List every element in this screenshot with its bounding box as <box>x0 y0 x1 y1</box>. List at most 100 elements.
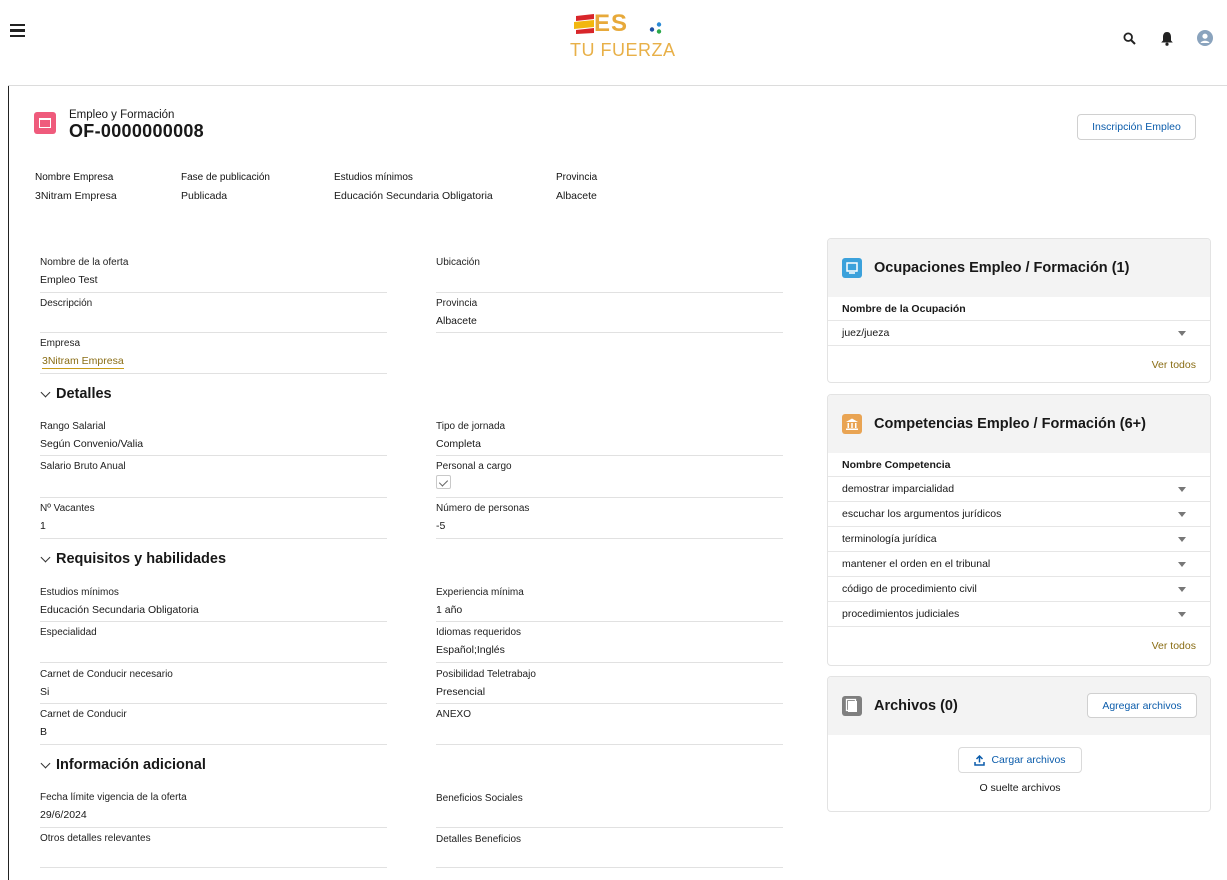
ver-todos-link[interactable]: Ver todos <box>828 627 1210 665</box>
row-menu-icon[interactable] <box>1178 536 1186 542</box>
field-label: Empresa <box>40 338 81 349</box>
ver-todos-link[interactable]: Ver todos <box>828 346 1210 382</box>
field-value: 29/6/2024 <box>40 809 87 821</box>
field-detalles-beneficios: Detalles Beneficios <box>436 832 783 868</box>
highlight-provincia: Provincia Albacete <box>556 172 597 202</box>
item-label[interactable]: terminología jurídica <box>842 533 937 545</box>
section-title: Requisitos y habilidades <box>56 551 227 567</box>
field-provincia: Provincia Albacete <box>436 297 783 333</box>
highlight-estudios-minimos: Estudios mínimos Educación Secundaria Ob… <box>334 172 493 202</box>
card-header: Ocupaciones Empleo / Formación (1) <box>828 239 1210 297</box>
empresa-link[interactable]: 3Nitram Empresa <box>42 355 124 369</box>
user-avatar-icon[interactable] <box>1197 30 1213 46</box>
field-value: -5 <box>436 520 446 532</box>
logo-es: ES <box>594 10 629 37</box>
list-item: procedimientos judiciales <box>828 602 1210 627</box>
header-actions <box>1121 30 1213 46</box>
field-salario-bruto: Salario Bruto Anual <box>40 460 387 498</box>
field-label: Nombre de la oferta <box>40 257 129 268</box>
item-label[interactable]: procedimientos judiciales <box>842 608 959 620</box>
field-value: Según Convenio/Valia <box>40 438 144 450</box>
monitor-icon <box>842 258 862 278</box>
row-menu-icon[interactable] <box>1178 561 1186 567</box>
item-label[interactable]: código de procedimiento civil <box>842 583 977 595</box>
field-descripcion: Descripción <box>40 297 387 333</box>
highlight-nombre-empresa: Nombre Empresa 3Nitram Empresa <box>35 172 117 202</box>
field-fecha-limite: Fecha límite vigencia de la oferta 29/6/… <box>40 791 387 828</box>
chevron-down-icon <box>40 387 51 397</box>
ocupaciones-card: Ocupaciones Empleo / Formación (1) Nombr… <box>827 238 1211 383</box>
competencias-card: Competencias Empleo / Formación (6+) Nom… <box>827 394 1211 666</box>
row-menu-icon[interactable] <box>1178 611 1186 617</box>
top-header: ES TU FUERZA <box>8 8 1227 86</box>
row-menu-icon[interactable] <box>1178 586 1186 592</box>
section-detalles-toggle[interactable]: Detalles <box>40 386 112 402</box>
section-info-adicional-toggle[interactable]: Información adicional <box>40 757 206 773</box>
flag-icon <box>574 14 594 34</box>
drop-zone-text: O suelte archivos <box>979 782 1061 794</box>
field-label: Detalles Beneficios <box>436 834 522 845</box>
app-logo[interactable]: ES TU FUERZA <box>568 10 688 70</box>
column-header[interactable]: Nombre de la Ocupación <box>828 297 1210 321</box>
column-header[interactable]: Nombre Competencia <box>828 453 1210 477</box>
item-label[interactable]: mantener el orden en el tribunal <box>842 558 990 570</box>
highlight-fase-publicacion: Fase de publicación Publicada <box>181 172 270 202</box>
field-value: Empleo Test <box>40 274 98 286</box>
menu-icon[interactable] <box>10 24 25 38</box>
field-label: Estudios mínimos <box>40 587 119 598</box>
field-label: Tipo de jornada <box>436 421 506 432</box>
row-menu-icon[interactable] <box>1178 511 1186 517</box>
field-anexo: ANEXO <box>436 708 783 745</box>
card-title[interactable]: Ocupaciones Empleo / Formación (1) <box>874 260 1129 276</box>
row-menu-icon[interactable] <box>1178 330 1186 336</box>
highlight-label: Fase de publicación <box>181 172 270 183</box>
field-label: Fecha límite vigencia de la oferta <box>40 792 187 803</box>
highlight-value: Educación Secundaria Obligatoria <box>334 190 493 202</box>
section-title: Detalles <box>56 386 112 402</box>
row-menu-icon[interactable] <box>1178 486 1186 492</box>
field-carnet-conducir: Carnet de Conducir B <box>40 708 387 745</box>
field-label: Otros detalles relevantes <box>40 833 151 844</box>
search-icon[interactable] <box>1121 30 1137 46</box>
list-item: mantener el orden en el tribunal <box>828 552 1210 577</box>
record-name: OF-0000000008 <box>69 121 204 141</box>
item-label[interactable]: demostrar imparcialidad <box>842 483 954 495</box>
inscripcion-empleo-button[interactable]: Inscripción Empleo <box>1077 114 1196 140</box>
record-type-icon <box>34 112 56 134</box>
field-ubicacion: Ubicación <box>436 256 783 293</box>
field-label: Experiencia mínima <box>436 587 524 598</box>
item-label[interactable]: escuchar los argumentos jurídicos <box>842 508 1001 520</box>
field-label: Beneficios Sociales <box>436 793 523 804</box>
file-icon <box>842 696 862 716</box>
field-idiomas: Idiomas requeridos Español;Inglés <box>436 626 783 663</box>
field-value: Educación Secundaria Obligatoria <box>40 604 199 616</box>
card-title[interactable]: Archivos (0) <box>874 698 958 714</box>
agregar-archivos-button[interactable]: Agregar archivos <box>1087 693 1197 718</box>
card-header: Archivos (0) Agregar archivos <box>828 677 1210 735</box>
field-especialidad: Especialidad <box>40 626 387 663</box>
field-numero-personas: Número de personas -5 <box>436 502 783 539</box>
logo-tagline: TU FUERZA <box>570 40 676 60</box>
field-value: Albacete <box>436 315 477 327</box>
bell-icon[interactable] <box>1159 30 1175 46</box>
field-value: Presencial <box>436 686 486 698</box>
field-otros-detalles: Otros detalles relevantes <box>40 832 387 868</box>
section-requisitos-toggle[interactable]: Requisitos y habilidades <box>40 551 226 567</box>
highlight-label: Provincia <box>556 172 598 183</box>
field-label: Rango Salarial <box>40 421 106 432</box>
highlight-value: Publicada <box>181 190 228 202</box>
card-title[interactable]: Competencias Empleo / Formación (6+) <box>874 416 1146 432</box>
item-label[interactable]: juez/jueza <box>842 327 889 339</box>
cargar-archivos-button[interactable]: Cargar archivos <box>958 747 1082 773</box>
field-beneficios-sociales: Beneficios Sociales <box>436 791 783 828</box>
field-personal-cargo: Personal a cargo <box>436 460 783 498</box>
field-estudios-minimos: Estudios mínimos Educación Secundaria Ob… <box>40 586 387 622</box>
field-label: Provincia <box>436 298 478 309</box>
highlight-value: Albacete <box>556 190 597 202</box>
field-label: Personal a cargo <box>436 461 512 472</box>
field-value: B <box>40 726 48 738</box>
field-label: Carnet de Conducir necesario <box>40 669 173 680</box>
field-rango-salarial: Rango Salarial Según Convenio/Valia <box>40 420 387 456</box>
chevron-down-icon <box>40 758 51 768</box>
field-value: Si <box>40 686 50 698</box>
